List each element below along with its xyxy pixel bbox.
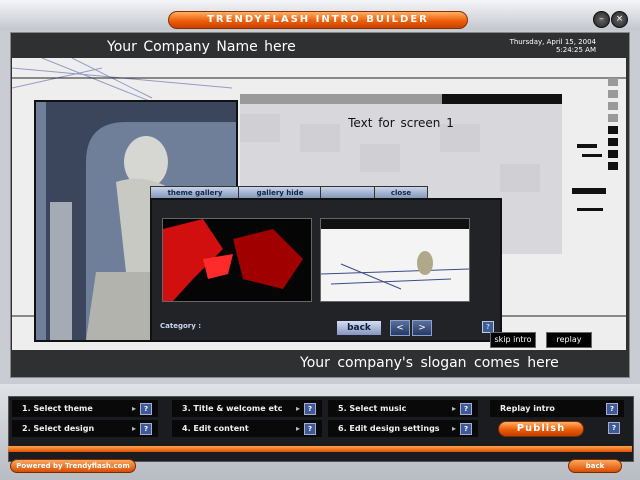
screen-header-strip bbox=[442, 94, 562, 104]
prev-arrow-icon[interactable]: < bbox=[390, 320, 410, 336]
back-button[interactable]: back bbox=[568, 459, 622, 473]
help-icon[interactable]: ? bbox=[606, 403, 618, 415]
menu-select-theme[interactable]: 1. Select theme ▸ ? bbox=[12, 400, 158, 417]
orange-divider bbox=[8, 446, 632, 452]
menu-label: 2. Select design bbox=[22, 424, 95, 433]
menu-label: 6. Edit design settings bbox=[338, 424, 440, 433]
menu-edit-design-settings[interactable]: 6. Edit design settings ▸ ? bbox=[328, 420, 478, 437]
menu-select-design[interactable]: 2. Select design ▸ ? bbox=[12, 420, 158, 437]
app-title: TRENDYFLASH INTRO BUILDER bbox=[168, 11, 468, 29]
company-slogan: Your company's slogan comes here bbox=[300, 355, 559, 371]
menu-select-music[interactable]: 5. Select music ▸ ? bbox=[328, 400, 478, 417]
help-icon[interactable]: ? bbox=[460, 403, 472, 415]
menu-label: 3. Title & welcome etc bbox=[182, 404, 283, 413]
next-arrow-icon[interactable]: > bbox=[412, 320, 432, 336]
menu-label: 5. Select music bbox=[338, 404, 407, 413]
arrow-icon: ▸ bbox=[451, 404, 456, 413]
time-display: 5:24:25 AM bbox=[555, 46, 596, 54]
arrow-icon: ▸ bbox=[451, 424, 456, 433]
gallery-back-button[interactable]: back bbox=[336, 320, 382, 336]
arrow-icon: ▸ bbox=[295, 404, 300, 413]
powered-by-link[interactable]: Powered by Trendyflash.com bbox=[10, 459, 136, 473]
menu-label: Replay intro bbox=[500, 404, 555, 413]
arrow-icon: ▸ bbox=[295, 424, 300, 433]
menu-label: 1. Select theme bbox=[22, 404, 93, 413]
help-icon[interactable]: ? bbox=[304, 423, 316, 435]
publish-help-icon[interactable]: ? bbox=[608, 422, 620, 434]
help-icon[interactable]: ? bbox=[460, 423, 472, 435]
close-icon[interactable]: × bbox=[611, 11, 628, 28]
arrow-icon: ▸ bbox=[131, 424, 136, 433]
help-icon[interactable]: ? bbox=[140, 403, 152, 415]
screen-text: Text for screen 1 bbox=[348, 116, 454, 130]
date-display: Thursday, April 15, 2004 bbox=[509, 38, 596, 46]
theme-thumbnail-red[interactable] bbox=[162, 218, 312, 302]
menu-edit-content[interactable]: 4. Edit content ▸ ? bbox=[172, 420, 322, 437]
menu-title-welcome[interactable]: 3. Title & welcome etc ▸ ? bbox=[172, 400, 322, 417]
publish-button[interactable]: Publish bbox=[498, 421, 584, 437]
category-label: Category : bbox=[160, 322, 202, 330]
menu-label: 4. Edit content bbox=[182, 424, 249, 433]
help-icon[interactable]: ? bbox=[304, 403, 316, 415]
arrow-icon: ▸ bbox=[131, 404, 136, 413]
help-icon[interactable]: ? bbox=[140, 423, 152, 435]
menu-replay-intro[interactable]: Replay intro ? bbox=[490, 400, 624, 417]
company-name: Your Company Name here bbox=[107, 39, 296, 55]
skip-intro-button[interactable]: skip intro bbox=[490, 332, 536, 348]
theme-thumbnail-white[interactable] bbox=[320, 218, 470, 302]
minimize-icon[interactable]: – bbox=[593, 11, 610, 28]
replay-button[interactable]: replay bbox=[546, 332, 592, 348]
